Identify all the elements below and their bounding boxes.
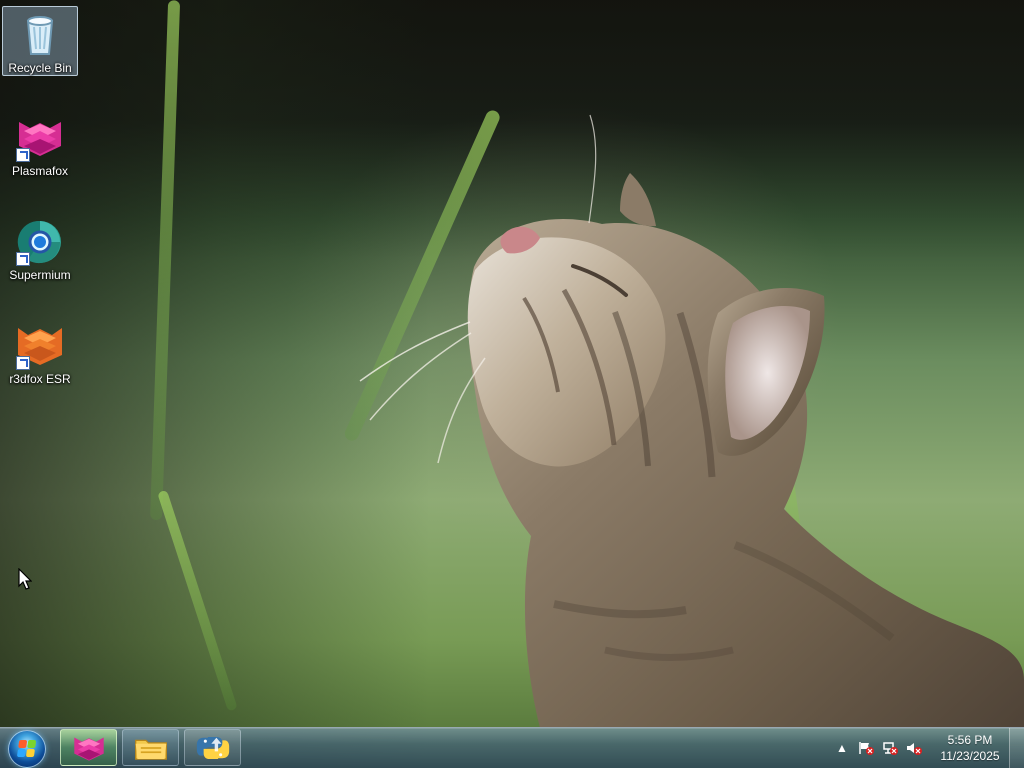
desktop-icon-plasmafox[interactable]: Plasmafox: [2, 110, 78, 180]
plasmafox-taskbar-button[interactable]: [60, 729, 117, 766]
grass-blade-4: [765, 361, 812, 611]
windows-flag-icon: [16, 740, 38, 758]
grass-blade-3: [157, 489, 238, 712]
up-arrow-icon[interactable]: ▲: [834, 741, 850, 755]
shortcut-arrow-icon: [16, 356, 30, 370]
shortcut-arrow-icon: [16, 148, 30, 162]
start-button[interactable]: [6, 729, 46, 768]
r3dfox-icon: [16, 322, 64, 370]
desktop[interactable]: Recycle Bin Plasmafox Supermium r3dfox E…: [0, 0, 1024, 768]
r3dfox-esr-label: r3dfox ESR: [9, 372, 71, 386]
clock[interactable]: 5:56 PM 11/23/2025: [934, 732, 1006, 764]
recycle-bin-icon: [16, 11, 64, 59]
show-desktop-button[interactable]: [1009, 728, 1024, 768]
folder-icon: [134, 739, 167, 760]
network-error-icon[interactable]: [882, 741, 898, 755]
recycle-bin-label: Recycle Bin: [8, 61, 72, 75]
system-tray[interactable]: ▲ 5:56 PM 11/23/2025: [834, 728, 1024, 768]
grass-blade-2: [342, 108, 502, 443]
python-taskbar-button[interactable]: [184, 729, 241, 766]
supermium-icon: [16, 218, 64, 266]
clock-time: 5:56 PM: [947, 733, 993, 747]
start-orb-icon: [8, 730, 46, 768]
python-icon: [196, 736, 229, 759]
clock-date: 11/23/2025: [940, 749, 1000, 763]
supermium-label: Supermium: [9, 268, 71, 282]
taskbar[interactable]: ▲ 5:56 PM 11/23/2025: [0, 727, 1024, 768]
desktop-icon-r3dfox-esr[interactable]: r3dfox ESR: [2, 318, 78, 388]
file-explorer-taskbar-button[interactable]: [122, 729, 179, 766]
grass-blade-1: [150, 0, 181, 521]
cat-wallpaper: [359, 114, 1024, 728]
plasmafox-icon: [73, 737, 104, 761]
desktop-icon-recycle-bin[interactable]: Recycle Bin: [2, 6, 78, 76]
flag-warning-icon[interactable]: [858, 741, 874, 755]
volume-muted-icon[interactable]: [906, 741, 922, 755]
shortcut-arrow-icon: [16, 252, 30, 266]
plasmafox-icon: [16, 114, 64, 162]
desktop-icon-supermium[interactable]: Supermium: [2, 214, 78, 284]
plasmafox-label: Plasmafox: [11, 164, 69, 178]
mouse-cursor-icon: [18, 568, 32, 590]
